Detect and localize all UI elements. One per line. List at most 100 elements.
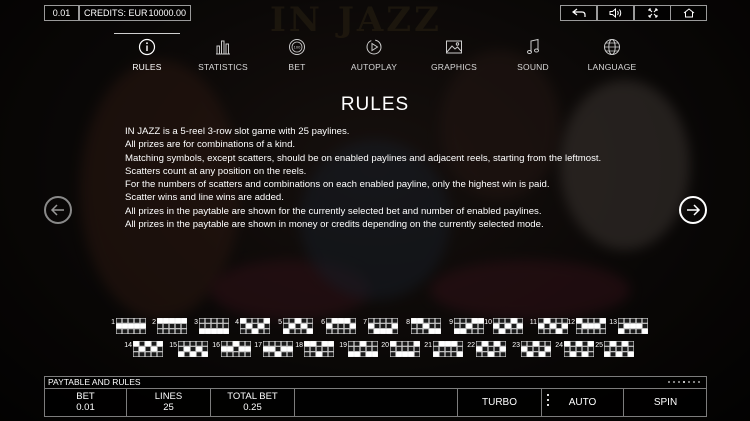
total-bet-label: TOTAL BET	[227, 391, 278, 402]
payline-pattern-icon	[433, 341, 463, 357]
total-bet-value: 0.25	[243, 402, 262, 413]
image-icon	[446, 40, 462, 54]
paylines-grid: 1 2 3 4 5 6 7 8 9 10 11 12 13 14 15 16 17 18 19 20 21 22 23 24 2…	[0, 316, 750, 362]
rules-line: Matching symbols, except scatters, shoul…	[125, 152, 602, 164]
tab-rules[interactable]: RULES	[112, 33, 182, 76]
payline-pattern-icon	[390, 341, 420, 357]
bet-value: 0.01	[76, 402, 95, 413]
payline-pattern-icon	[604, 341, 634, 357]
page-indicator	[668, 381, 700, 383]
tab-label: GRAPHICS	[431, 62, 477, 72]
next-page-button[interactable]	[679, 196, 707, 224]
settings-tabs: RULES STATISTICS 100 BET AUTOPLAY GRAPHI…	[112, 33, 652, 76]
tab-autoplay[interactable]: AUTOPLAY	[339, 34, 409, 76]
spin-button[interactable]: SPIN	[624, 389, 707, 416]
paytable-title: PAYTABLE AND RULES	[48, 377, 141, 387]
home-button[interactable]	[670, 5, 707, 21]
volume-button[interactable]	[597, 5, 634, 21]
payline-pattern-icon	[411, 318, 441, 334]
payline-17: 17	[252, 341, 296, 357]
svg-text:100: 100	[294, 45, 301, 50]
bet-cell[interactable]: BET 0.01	[45, 389, 127, 416]
payline-number: 20	[381, 342, 389, 349]
payline-14: 14	[122, 341, 166, 357]
tab-sound[interactable]: SOUND	[498, 34, 568, 76]
volume-icon	[609, 8, 621, 18]
payline-number: 24	[555, 342, 563, 349]
tab-language[interactable]: LANGUAGE	[577, 34, 647, 76]
payline-24: 24	[553, 341, 597, 357]
autoplay-icon	[366, 39, 382, 55]
credits-label: CREDITS: EUR	[84, 8, 148, 18]
payline-number: 15	[169, 342, 177, 349]
payline-pattern-icon	[199, 318, 229, 334]
payline-25: 25	[593, 341, 637, 357]
payline-number: 3	[194, 319, 198, 326]
turbo-button[interactable]: TURBO	[458, 389, 542, 416]
payline-8: 8	[400, 318, 444, 334]
payline-number: 1	[111, 319, 115, 326]
payline-number: 19	[339, 342, 347, 349]
bet-label: BET	[76, 391, 95, 402]
payline-5: 5	[272, 318, 316, 334]
payline-19: 19	[337, 341, 381, 357]
payline-16: 16	[210, 341, 254, 357]
fullscreen-icon	[648, 8, 657, 18]
info-icon	[138, 38, 156, 56]
previous-page-button[interactable]	[44, 196, 72, 224]
credits-value: 10000.00	[148, 8, 186, 18]
rules-line: All prizes in the paytable are shown in …	[125, 219, 544, 231]
total-bet-cell: TOTAL BET 0.25	[211, 389, 295, 416]
payline-number: 7	[363, 319, 367, 326]
payline-number: 6	[321, 319, 325, 326]
rules-line: IN JAZZ is a 5-reel 3-row slot game with…	[125, 126, 350, 137]
payline-pattern-icon	[538, 318, 568, 334]
payline-pattern-icon	[240, 318, 270, 334]
tab-label: STATISTICS	[198, 62, 248, 72]
payline-number: 12	[567, 319, 575, 326]
page-title: RULES	[340, 94, 410, 115]
payline-number: 22	[467, 342, 475, 349]
rules-line: All prizes in the paytable are shown for…	[125, 205, 542, 217]
tab-label: SOUND	[517, 62, 549, 72]
payline-7: 7	[357, 318, 401, 334]
payline-pattern-icon	[157, 318, 187, 334]
payline-21: 21	[422, 341, 466, 357]
music-note-icon	[527, 38, 539, 54]
payline-pattern-icon	[263, 341, 293, 357]
rules-line: Scatter wins and line wins are added.	[125, 192, 284, 204]
tab-graphics[interactable]: GRAPHICS	[419, 34, 489, 76]
payline-6: 6	[315, 318, 359, 334]
tab-label: LANGUAGE	[587, 62, 637, 72]
back-button[interactable]	[560, 5, 597, 21]
payline-number: 25	[595, 342, 603, 349]
payline-number: 2	[152, 319, 156, 326]
tab-bet[interactable]: 100 BET	[262, 34, 332, 76]
tab-label: BET	[288, 62, 306, 72]
paytable-label: PAYTABLE AND RULES	[44, 376, 707, 389]
rules-text: IN JAZZ is a 5-reel 3-row slot game with…	[125, 125, 627, 231]
auto-button[interactable]: AUTO	[542, 389, 624, 416]
payline-22: 22	[465, 341, 509, 357]
arrow-left-icon	[50, 204, 64, 216]
spacer-cell	[295, 389, 458, 416]
payline-10: 10	[482, 318, 526, 334]
rules-line: For the numbers of scatters and combinat…	[125, 179, 550, 191]
credits-display: CREDITS: EUR 10000.00	[79, 5, 191, 21]
bet-display: 0.01	[44, 5, 79, 21]
bottom-bar: PAYTABLE AND RULES BET 0.01 LINES 25 TOT…	[44, 376, 707, 417]
fullscreen-button[interactable]	[634, 5, 671, 21]
payline-number: 4	[235, 319, 239, 326]
payline-number: 18	[295, 342, 303, 349]
top-bar: 0.01 CREDITS: EUR 10000.00	[0, 0, 750, 24]
globe-icon	[604, 39, 620, 55]
payline-pattern-icon	[178, 341, 208, 357]
lines-label: LINES	[154, 391, 183, 402]
payline-pattern-icon	[521, 341, 551, 357]
payline-number: 17	[254, 342, 262, 349]
rules-line: All prizes are for combinations of a kin…	[125, 139, 296, 151]
payline-number: 10	[484, 319, 492, 326]
lines-cell[interactable]: LINES 25	[127, 389, 211, 416]
tab-statistics[interactable]: STATISTICS	[188, 34, 258, 76]
payline-20: 20	[379, 341, 423, 357]
